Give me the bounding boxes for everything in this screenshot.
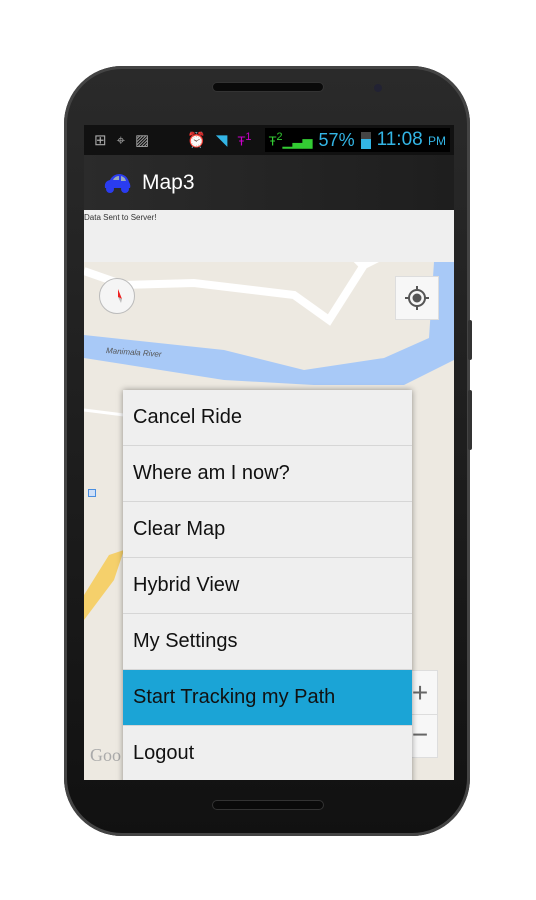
action-bar: Map3	[84, 155, 454, 210]
signal-sim2-icon: Ŧ2▁▃▅	[268, 130, 313, 149]
menu-item-my-settings[interactable]: My Settings	[123, 614, 412, 670]
menu-item-cancel-ride[interactable]: Cancel Ride	[123, 390, 412, 446]
my-location-icon	[405, 286, 429, 310]
sim1-label: 1	[245, 131, 252, 144]
battery-percent: 57%	[318, 129, 355, 150]
status-right: Ŧ2▁▃▅ 57% 11:08 PM	[264, 128, 450, 152]
signal-sim1-icon: Ŧ1	[237, 131, 252, 149]
google-logo: Goo	[90, 745, 121, 765]
menu-item-start-tracking[interactable]: Start Tracking my Path	[123, 670, 412, 726]
wifi-icon: ◥	[215, 132, 228, 149]
status-bar: ⊞ ⌖ ▨ ⏰ ◥ Ŧ1 Ŧ2▁▃▅ 57% 11:08 PM	[84, 125, 454, 155]
menu-item-logout[interactable]: Logout	[123, 726, 412, 780]
top-speaker	[212, 82, 324, 92]
compass-button[interactable]	[99, 278, 135, 314]
alarm-icon: ⏰	[187, 132, 206, 149]
options-menu: Cancel Ride Where am I now? Clear Map Hy…	[123, 390, 412, 780]
car-icon[interactable]	[102, 172, 132, 194]
front-camera	[374, 84, 382, 92]
app-title: Map3	[142, 170, 195, 194]
clock-ampm: PM	[428, 134, 446, 148]
map-view[interactable]: Data Sent to Server! Manimala River + − …	[84, 210, 454, 780]
battery-icon	[360, 131, 371, 149]
gps-icon: ⌖	[116, 131, 126, 149]
add-icon: ⊞	[94, 132, 107, 149]
bottom-speaker	[212, 800, 324, 810]
my-location-button[interactable]	[395, 276, 439, 320]
screen: ⊞ ⌖ ▨ ⏰ ◥ Ŧ1 Ŧ2▁▃▅ 57% 11:08 PM Map3 Dat…	[84, 125, 454, 780]
menu-item-clear-map[interactable]: Clear Map	[123, 502, 412, 558]
sim2-label: 2	[276, 130, 283, 143]
power-button	[468, 390, 472, 450]
menu-item-hybrid-view[interactable]: Hybrid View	[123, 558, 412, 614]
menu-item-where-am-i[interactable]: Where am I now?	[123, 446, 412, 502]
compass-icon	[118, 289, 122, 303]
clock: 11:08 PM	[377, 129, 446, 151]
toast-message: Data Sent to Server!	[84, 210, 454, 262]
clock-time: 11:08	[376, 129, 423, 150]
volume-button	[468, 320, 472, 360]
image-icon: ▨	[135, 132, 150, 149]
bus-stop-icon	[88, 489, 96, 497]
